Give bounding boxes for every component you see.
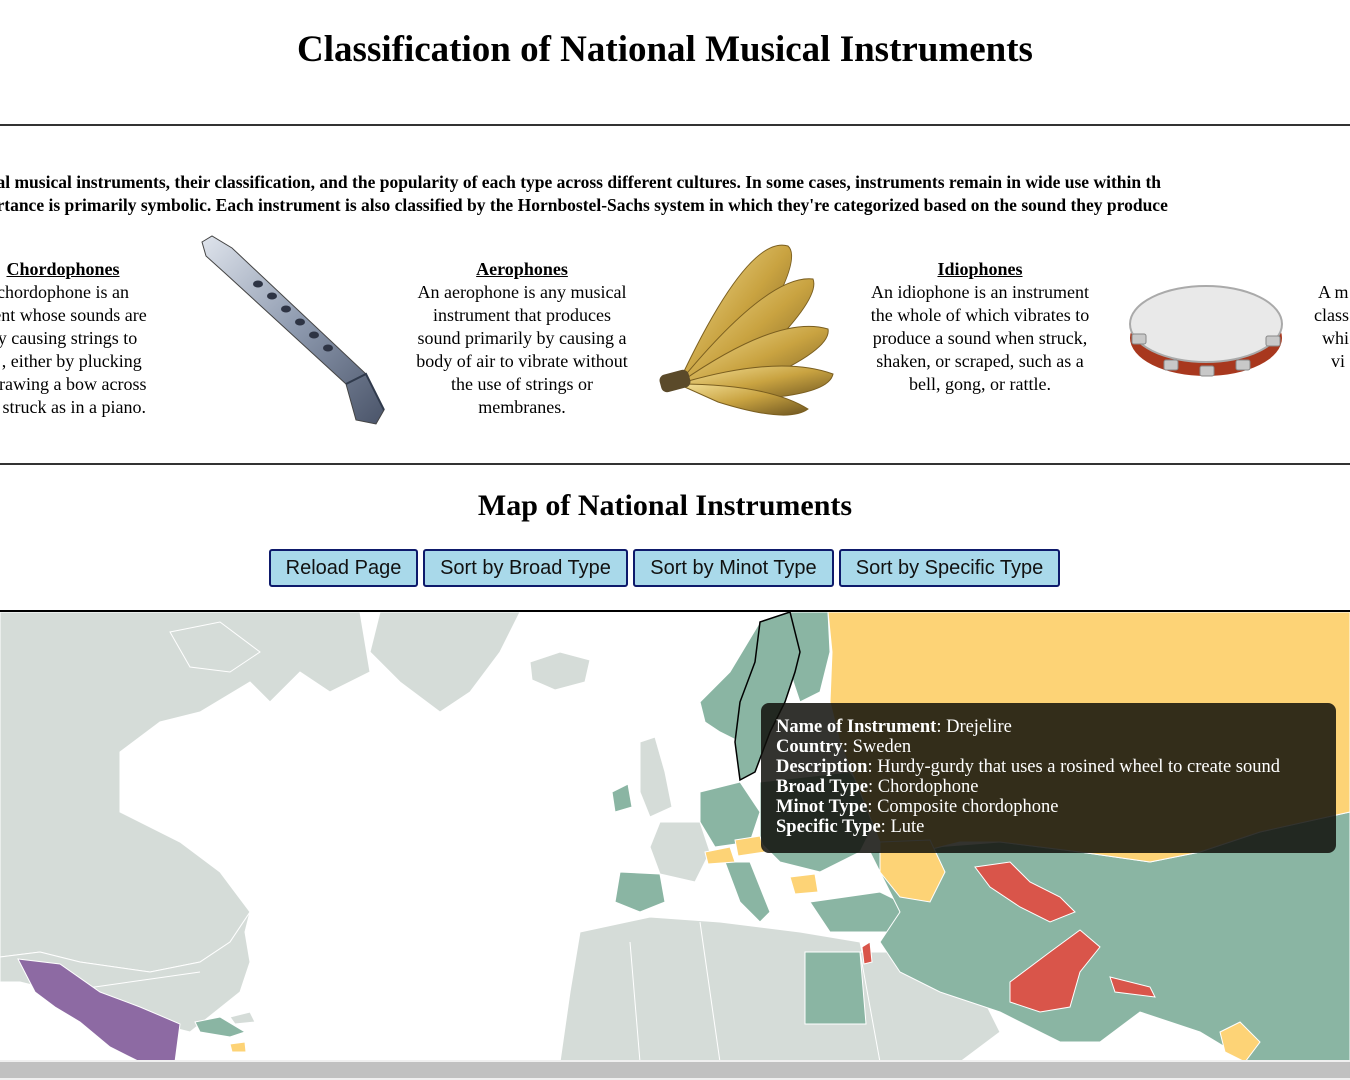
chordophones-card: Chordophones chordophone is an ment whos… [0, 258, 188, 419]
card-line: ment whose sounds are [0, 305, 147, 325]
map-country-uk [639, 736, 673, 818]
card-line: r drawing a bow across [0, 374, 147, 394]
card-line: by causing strings to [0, 328, 138, 348]
card-line: shaken, or scraped, such as a [876, 351, 1084, 371]
map-island-iceland [529, 651, 591, 691]
map-country-greenland [369, 612, 521, 713]
idiophone-instrument-image [659, 244, 834, 416]
aerophone-instrument-image [201, 235, 385, 425]
tooltip-row-country: Country: Sweden [776, 737, 912, 757]
card-line: body of air to vibrate without [416, 351, 628, 371]
horizontal-scrollbar[interactable] [0, 1060, 1350, 1080]
divider-top [0, 124, 1350, 126]
map-country-france [649, 821, 711, 883]
card-line: An idiophone is an instrument [871, 282, 1089, 302]
card-line: chordophone is an [0, 282, 129, 302]
idiophones-card: Idiophones An idiophone is an instrument… [850, 258, 1110, 396]
card-line: whi [1322, 328, 1349, 348]
card-line: produce a sound when struck, [872, 328, 1088, 348]
membranophones-card: A m class whi vi [1306, 281, 1350, 373]
card-line: the whole of which vibrates to [870, 305, 1090, 325]
tooltip-row-specific-type: Specific Type: Lute [776, 817, 925, 837]
intro-line-1: onal musical instruments, their classifi… [0, 172, 1162, 192]
tooltip-row-broad-type: Broad Type: Chordophone [776, 777, 979, 797]
page-title: Classification of National Musical Instr… [297, 29, 1033, 70]
map-country-canada [0, 612, 371, 973]
card-line: the use of strings or [451, 374, 593, 394]
chordophones-heading: Chordophones [6, 259, 120, 279]
card-line: sound primarily by causing a [417, 328, 627, 348]
sort-broad-type-button[interactable]: Sort by Broad Type [423, 549, 628, 587]
aerophones-heading: Aerophones [476, 259, 568, 279]
divider-middle [0, 463, 1350, 465]
card-line: class [1314, 305, 1349, 325]
card-line: bell, gong, or rattle. [909, 374, 1051, 394]
card-line: te , either by plucking [0, 351, 142, 371]
map-title: Map of National Instruments [477, 489, 853, 522]
intro-line-2: portance is primarily symbolic. Each ins… [0, 195, 1168, 215]
tooltip-row-minot-type: Minot Type: Composite chordophone [776, 797, 1059, 817]
card-line: membranes. [478, 397, 566, 417]
tooltip-row-description: Description: Hurdy-gurdy that uses a ros… [776, 757, 1281, 777]
sort-specific-type-button[interactable]: Sort by Specific Type [839, 549, 1060, 587]
sort-minot-type-button[interactable]: Sort by Minot Type [633, 549, 834, 587]
card-line: nd struck as in a piano. [0, 397, 146, 417]
tooltip-row-name: Name of Instrument: Drejelire [776, 717, 1012, 737]
idiophones-heading: Idiophones [937, 259, 1023, 279]
aerophones-card: Aerophones An aerophone is any musical i… [392, 258, 652, 419]
map-country-balkans [789, 873, 819, 895]
map-country-caribbean-islet [229, 1041, 247, 1053]
instrument-tooltip: Name of Instrument: Drejelire Country: S… [761, 703, 1336, 853]
map-country-lebanon [861, 941, 873, 965]
map-country-spain [614, 871, 666, 913]
reload-page-button[interactable]: Reload Page [269, 549, 418, 587]
card-line: A m [1318, 282, 1349, 302]
scrollbar-thumb[interactable] [0, 1062, 1350, 1078]
map-country-egypt [804, 951, 867, 1025]
map-country-ireland [611, 783, 633, 813]
intro-paragraph: onal musical instruments, their classifi… [0, 171, 1350, 217]
card-line: instrument that produces [433, 305, 611, 325]
map-country-italy [724, 861, 771, 923]
card-line: An aerophone is any musical [417, 282, 627, 302]
membranophone-instrument-image [1129, 285, 1283, 377]
card-line: vi [1331, 351, 1346, 371]
